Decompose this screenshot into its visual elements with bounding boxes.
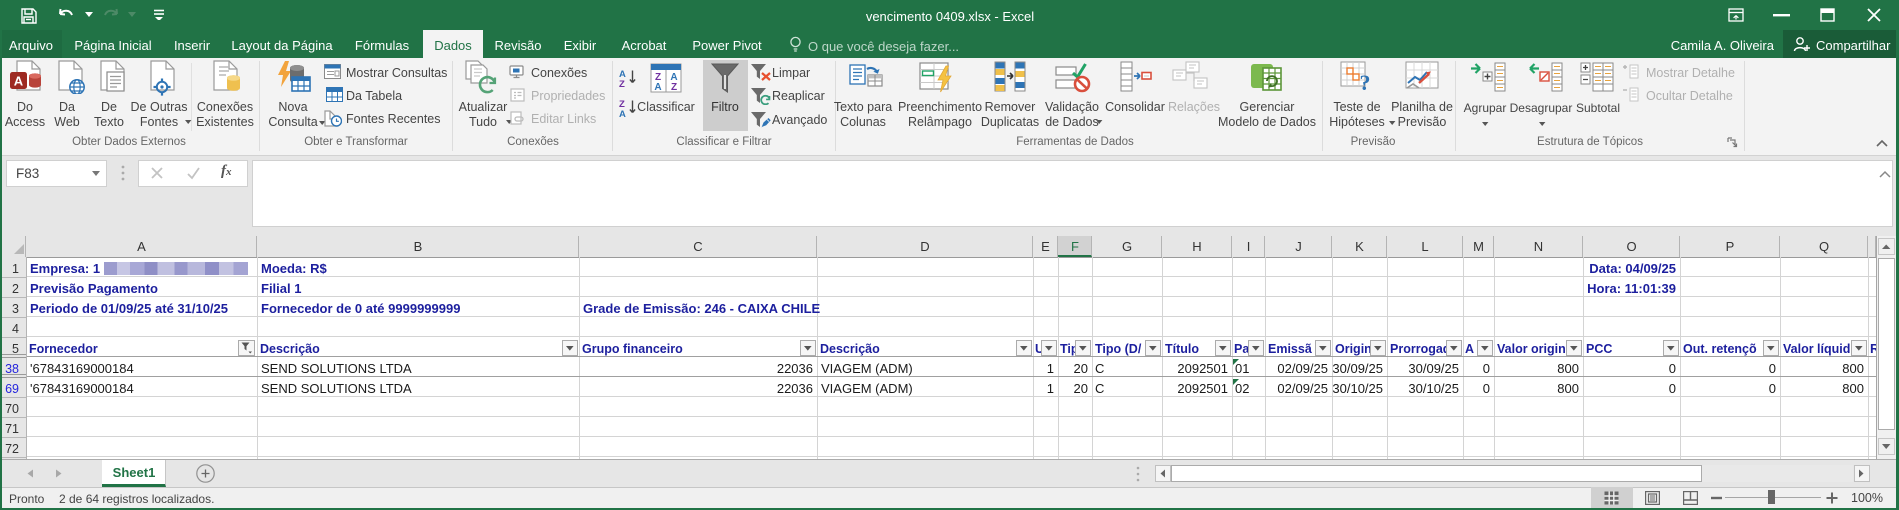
svg-text:Z: Z bbox=[671, 82, 677, 93]
svg-text:?: ? bbox=[1360, 70, 1371, 95]
svg-text:Z: Z bbox=[619, 79, 625, 88]
svg-text:A: A bbox=[654, 82, 661, 93]
svg-text:A: A bbox=[14, 74, 24, 89]
